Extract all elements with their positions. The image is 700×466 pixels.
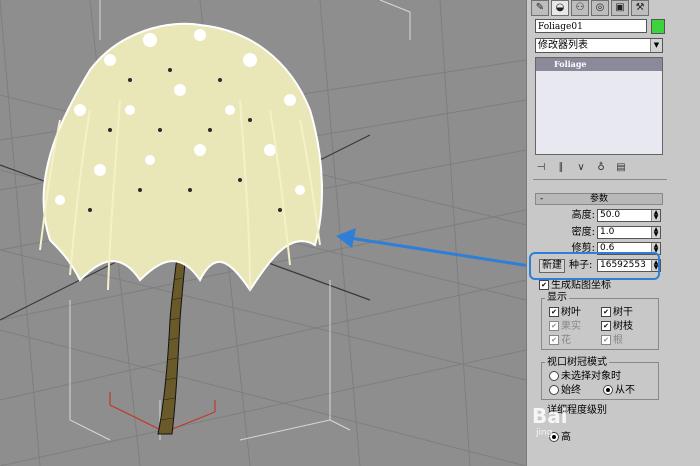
rollout-title: 参数 bbox=[589, 194, 608, 204]
height-value: 50.0 bbox=[600, 210, 621, 220]
never-label: 从不 bbox=[615, 385, 635, 396]
density-spinner[interactable]: 1.0 ▲ ▼ bbox=[597, 226, 661, 239]
roots-label: 根 bbox=[613, 335, 623, 346]
canopy-group-label: 视口树冠模式 bbox=[545, 357, 609, 368]
create-tab-icon[interactable]: ✎ bbox=[531, 0, 549, 16]
height-spinner[interactable]: 50.0 ▲ ▼ bbox=[597, 209, 661, 222]
trunk-label: 树干 bbox=[613, 307, 633, 318]
generate-mapping-label: 生成贴图坐标 bbox=[551, 280, 611, 291]
spinner-arrows-icon[interactable]: ▲ ▼ bbox=[651, 210, 660, 221]
modifier-stack[interactable]: Foliage bbox=[535, 57, 663, 155]
motion-tab-icon[interactable]: ◎ bbox=[591, 0, 609, 16]
height-label: 高度: bbox=[571, 210, 595, 221]
height-row: 高度: 50.0 ▲ ▼ bbox=[535, 209, 663, 223]
when-unselected-label: 未选择对象时 bbox=[561, 371, 621, 382]
checkmark-icon: ✔ bbox=[601, 335, 611, 345]
radio-dot-icon bbox=[549, 371, 559, 381]
flowers-checkbox[interactable]: ✔ 花 bbox=[549, 335, 571, 346]
command-panel: ✎ ◒ ⚇ ◎ ▣ ⚒ Foliage01 修改器列表 ▼ Foliage ⊣ … bbox=[526, 0, 700, 466]
generate-mapping-checkbox[interactable]: ✔ 生成贴图坐标 bbox=[539, 280, 611, 291]
viewport-scene bbox=[0, 0, 526, 466]
never-radio[interactable]: 从不 bbox=[603, 385, 635, 396]
modify-tab-icon[interactable]: ◒ bbox=[551, 0, 569, 16]
checkmark-icon: ✔ bbox=[601, 321, 611, 331]
stack-toolbar: ⊣ ∥ ∨ ♁ ▤ bbox=[535, 159, 663, 175]
spinner-arrows-icon[interactable]: ▲ ▼ bbox=[651, 227, 660, 238]
checkmark-icon: ✔ bbox=[549, 321, 559, 331]
divider bbox=[533, 179, 667, 180]
always-radio[interactable]: 始终 bbox=[549, 385, 581, 396]
density-value: 1.0 bbox=[600, 227, 615, 237]
object-name-field[interactable]: Foliage01 bbox=[535, 19, 647, 33]
modifier-list-dropdown[interactable]: 修改器列表 ▼ bbox=[535, 38, 663, 53]
always-label: 始终 bbox=[561, 385, 581, 396]
modifier-list-label: 修改器列表 bbox=[538, 40, 588, 51]
checkmark-icon: ✔ bbox=[601, 307, 611, 317]
seed-highlight-frame bbox=[529, 252, 660, 280]
parameters-rollout-header[interactable]: - 参数 bbox=[535, 193, 663, 205]
command-panel-tabs: ✎ ◒ ⚇ ◎ ▣ ⚒ bbox=[531, 0, 649, 16]
density-row: 密度: 1.0 ▲ ▼ bbox=[535, 226, 663, 240]
radio-dot-icon bbox=[603, 385, 613, 395]
make-unique-icon[interactable]: ∨ bbox=[575, 162, 587, 173]
flowers-label: 花 bbox=[561, 335, 571, 346]
checkmark-icon: ✔ bbox=[539, 280, 549, 290]
object-color-swatch[interactable] bbox=[651, 19, 665, 34]
display-group-label: 显示 bbox=[545, 292, 569, 303]
branches-label: 树枝 bbox=[613, 321, 633, 332]
lod-high-label: 高 bbox=[561, 432, 571, 443]
tree-canopy bbox=[39, 22, 323, 292]
remove-modifier-icon[interactable]: ♁ bbox=[595, 162, 607, 173]
branches-checkbox[interactable]: ✔ 树枝 bbox=[601, 321, 633, 332]
leaves-label: 树叶 bbox=[561, 307, 581, 318]
checkmark-icon: ✔ bbox=[549, 307, 559, 317]
pin-stack-icon[interactable]: ⊣ bbox=[535, 162, 547, 173]
radio-dot-icon bbox=[549, 385, 559, 395]
configure-modifier-sets-icon[interactable]: ▤ bbox=[615, 162, 627, 173]
hierarchy-tab-icon[interactable]: ⚇ bbox=[571, 0, 589, 16]
trunk-checkbox[interactable]: ✔ 树干 bbox=[601, 307, 633, 318]
roots-checkbox[interactable]: ✔ 根 bbox=[601, 335, 623, 346]
perspective-viewport[interactable] bbox=[0, 0, 526, 466]
show-end-result-icon[interactable]: ∥ bbox=[555, 162, 567, 173]
fruit-checkbox[interactable]: ✔ 果实 bbox=[549, 321, 581, 332]
checkmark-icon: ✔ bbox=[549, 335, 559, 345]
when-unselected-radio[interactable]: 未选择对象时 bbox=[549, 371, 621, 382]
fruit-label: 果实 bbox=[561, 321, 581, 332]
stack-item-foliage[interactable]: Foliage bbox=[536, 58, 662, 71]
chevron-down-icon: ▼ bbox=[650, 39, 662, 52]
utilities-tab-icon[interactable]: ⚒ bbox=[631, 0, 649, 16]
leaves-checkbox[interactable]: ✔ 树叶 bbox=[549, 307, 581, 318]
display-tab-icon[interactable]: ▣ bbox=[611, 0, 629, 16]
watermark-sub: jing bbox=[536, 428, 553, 438]
watermark-logo: Bai bbox=[532, 404, 568, 428]
density-label: 密度: bbox=[571, 227, 595, 238]
